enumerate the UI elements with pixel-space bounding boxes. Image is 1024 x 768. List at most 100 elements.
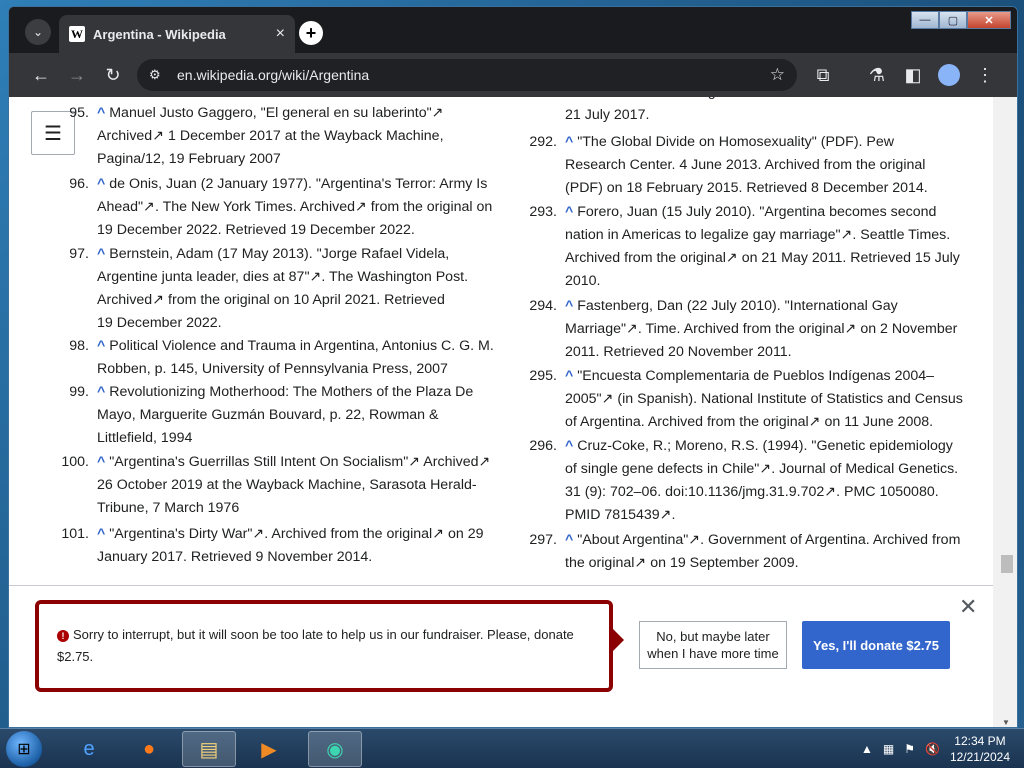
reference-text[interactable]: Archived↗ from the original on 29 Novemb…	[565, 97, 985, 127]
reference-number: 292.	[529, 134, 557, 150]
reference-line: ^ de Onis, Juan (2 January 1977). "Argen…	[97, 176, 488, 192]
bookmark-star-icon[interactable]: ☆	[770, 65, 785, 85]
fundraiser-banner: ! Sorry to interrupt, but it will soon be…	[9, 585, 993, 727]
reference-number: 295.	[529, 368, 557, 384]
alert-icon: !	[57, 630, 69, 642]
start-button[interactable]: ⊞	[6, 731, 42, 767]
reference-text[interactable]: ^ Bernstein, Adam (17 May 2013). "Jorge …	[97, 243, 517, 335]
browser-toolbar: ← → ↻ ⚙ en.wikipedia.org/wiki/Argentina …	[9, 53, 1017, 97]
menu-kebab-icon[interactable]: ⋮	[973, 63, 997, 87]
reference-line: Littlefield, 1994	[97, 430, 193, 446]
reference-line: Archived↗ from the original on 29 Novemb…	[565, 97, 985, 104]
reference-number: 293.	[529, 204, 557, 220]
minimize-button[interactable]: —	[911, 11, 939, 29]
action-center-flag-icon[interactable]: ⚑	[904, 742, 915, 756]
reference-line: ^ Fastenberg, Dan (22 July 2010). "Inter…	[565, 298, 898, 314]
tab-close-icon[interactable]: ×	[276, 25, 285, 43]
side-panel-icon[interactable]: ◧	[901, 63, 925, 87]
reference-text[interactable]: ^ de Onis, Juan (2 January 1977). "Argen…	[97, 173, 517, 242]
reference-line: Ahead"↗. The New York Times. Archived↗ f…	[97, 199, 493, 215]
address-bar[interactable]: ⚙ en.wikipedia.org/wiki/Argentina ☆	[137, 59, 797, 91]
reference-line: 2010.	[565, 273, 601, 289]
reference-line: Mayo, Marguerite Guzmán Bouvard, p. 22, …	[97, 407, 439, 423]
banner-close-icon[interactable]: ✕	[959, 594, 977, 620]
reference-line: the original↗ on 19 September 2009.	[565, 555, 799, 571]
reference-number: 294.	[529, 298, 557, 314]
window-controls: — ▢ ✕	[911, 11, 1011, 29]
maybe-later-button[interactable]: No, but maybe later when I have more tim…	[639, 621, 787, 669]
reference-text[interactable]: ^ Fastenberg, Dan (22 July 2010). "Inter…	[565, 295, 985, 364]
reference-text[interactable]: ^ Forero, Juan (15 July 2010). "Argentin…	[565, 201, 985, 293]
new-tab-button[interactable]: +	[299, 21, 323, 45]
reference-line: ^ Bernstein, Adam (17 May 2013). "Jorge …	[97, 246, 450, 262]
reference-text[interactable]: ^ "The Global Divide on Homosexuality" (…	[565, 131, 985, 200]
reference-line: Marriage"↗. Time. Archived from the orig…	[565, 321, 958, 337]
browser-window: ⌄ W Argentina - Wikipedia × + — ▢ ✕ ← → …	[8, 6, 1018, 728]
reference-line: of Argentina. Archived from the original…	[565, 414, 934, 430]
scroll-down-arrow-icon[interactable]: ▼	[1002, 718, 1010, 727]
reference-text[interactable]: ^ Manuel Justo Gaggero, "El general en s…	[97, 102, 517, 171]
reference-line: of single gene defects in Chile"↗. Journ…	[565, 461, 959, 477]
reference-text[interactable]: ^ "About Argentina"↗. Government of Arge…	[565, 529, 985, 575]
reference-number: 96.	[69, 176, 89, 192]
profile-avatar[interactable]	[938, 64, 960, 86]
reference-line: ^ "About Argentina"↗. Government of Arge…	[565, 532, 961, 548]
maximize-button[interactable]: ▢	[939, 11, 967, 29]
tab-argentina[interactable]: W Argentina - Wikipedia ×	[59, 15, 295, 53]
reference-number: 97.	[69, 246, 89, 262]
tab-strip: ⌄ W Argentina - Wikipedia × + — ▢ ✕	[9, 7, 1017, 53]
reference-text[interactable]: ^ Revolutionizing Motherhood: The Mother…	[97, 381, 517, 450]
reference-line: January 2017. Retrieved 9 November 2014.	[97, 549, 373, 565]
reference-text[interactable]: ^ "Argentina's Dirty War"↗. Archived fro…	[97, 523, 517, 569]
reference-line: Archived↗ 1 December 2017 at the Wayback…	[97, 128, 444, 144]
clock-date: 12/21/2024	[949, 750, 1010, 764]
reference-text[interactable]: ^ "Encuesta Complementaria de Pueblos In…	[565, 365, 985, 434]
chrome-app-icon[interactable]: ◉	[308, 731, 362, 767]
reference-number: 297.	[529, 532, 557, 548]
media-player-icon[interactable]: ▶	[242, 731, 296, 767]
reload-icon[interactable]: ↻	[101, 63, 125, 87]
reference-line: Argentine junta leader, dies at 87"↗. Th…	[97, 269, 469, 285]
forward-icon[interactable]: →	[65, 63, 89, 87]
reference-line: ^ Political Violence and Trauma in Argen…	[97, 338, 494, 354]
reference-line: nation in Americas to legalize gay marri…	[565, 227, 951, 243]
reference-line: ^ Revolutionizing Motherhood: The Mother…	[97, 384, 474, 400]
reference-text[interactable]: ^ "Argentina's Guerrillas Still Intent O…	[97, 451, 517, 520]
show-hidden-icons-icon[interactable]: ▲	[861, 742, 873, 756]
url-text[interactable]: en.wikipedia.org/wiki/Argentina	[177, 67, 369, 83]
page-scrollbar[interactable]: ▼	[993, 97, 1017, 727]
labs-icon[interactable]: ⚗	[865, 63, 889, 87]
internet-explorer-icon[interactable]: e	[62, 731, 116, 767]
reference-line: ^ "Argentina's Guerrillas Still Intent O…	[97, 454, 491, 470]
reference-line: ^ Cruz-Coke, R.; Moreno, R.S. (1994). "G…	[565, 438, 953, 454]
reference-line: 31 (9): 702–06. doi:10.1136/jmg.31.9.702…	[565, 484, 939, 500]
site-info-icon[interactable]: ⚙	[149, 67, 171, 83]
scrollbar-thumb[interactable]	[1001, 555, 1013, 573]
taskbar: ⊞ e ● ▤ ▶ ◉ ▲ ▦ ⚑ 🔇 12:34 PM 12/21/2024	[0, 728, 1024, 768]
reference-line: ^ "Encuesta Complementaria de Pueblos In…	[565, 368, 935, 384]
donate-button[interactable]: Yes, I'll donate $2.75	[802, 621, 950, 669]
reference-line: 19 December 2022.	[97, 315, 222, 331]
file-explorer-icon[interactable]: ▤	[182, 731, 236, 767]
tab-search-button[interactable]: ⌄	[25, 19, 51, 45]
firefox-icon[interactable]: ●	[122, 731, 176, 767]
volume-muted-icon[interactable]: 🔇	[925, 742, 940, 756]
reference-line: PMID 7815439↗.	[565, 507, 676, 523]
back-icon[interactable]: ←	[29, 63, 53, 87]
reference-number: 101.	[61, 526, 89, 542]
reference-text[interactable]: ^ Political Violence and Trauma in Argen…	[97, 335, 517, 381]
reference-line: 21 July 2017.	[565, 107, 650, 123]
extensions-icon[interactable]: ⧉	[811, 63, 835, 87]
reference-line: Tribune, 7 March 1976	[97, 500, 240, 516]
network-icon[interactable]: ▦	[883, 742, 894, 756]
reference-line: ^ "The Global Divide on Homosexuality" (…	[565, 134, 895, 150]
reference-line: Research Center. 4 June 2013. Archived f…	[565, 157, 926, 173]
window-close-button[interactable]: ✕	[967, 11, 1011, 29]
reference-line: ^ Forero, Juan (15 July 2010). "Argentin…	[565, 204, 937, 220]
reference-text[interactable]: ^ Cruz-Coke, R.; Moreno, R.S. (1994). "G…	[565, 435, 985, 527]
reference-line: ^ Manuel Justo Gaggero, "El general en s…	[97, 105, 444, 121]
reference-line: Robben, p. 145, University of Pennsylvan…	[97, 361, 448, 377]
clock[interactable]: 12:34 PM 12/21/2024	[950, 733, 1010, 765]
reference-line: Archived↗ from the original on 10 April …	[97, 292, 445, 308]
wikipedia-page: ☰ Eolítica Cyclopedia, p. 103.95.^ Manue…	[9, 97, 993, 727]
